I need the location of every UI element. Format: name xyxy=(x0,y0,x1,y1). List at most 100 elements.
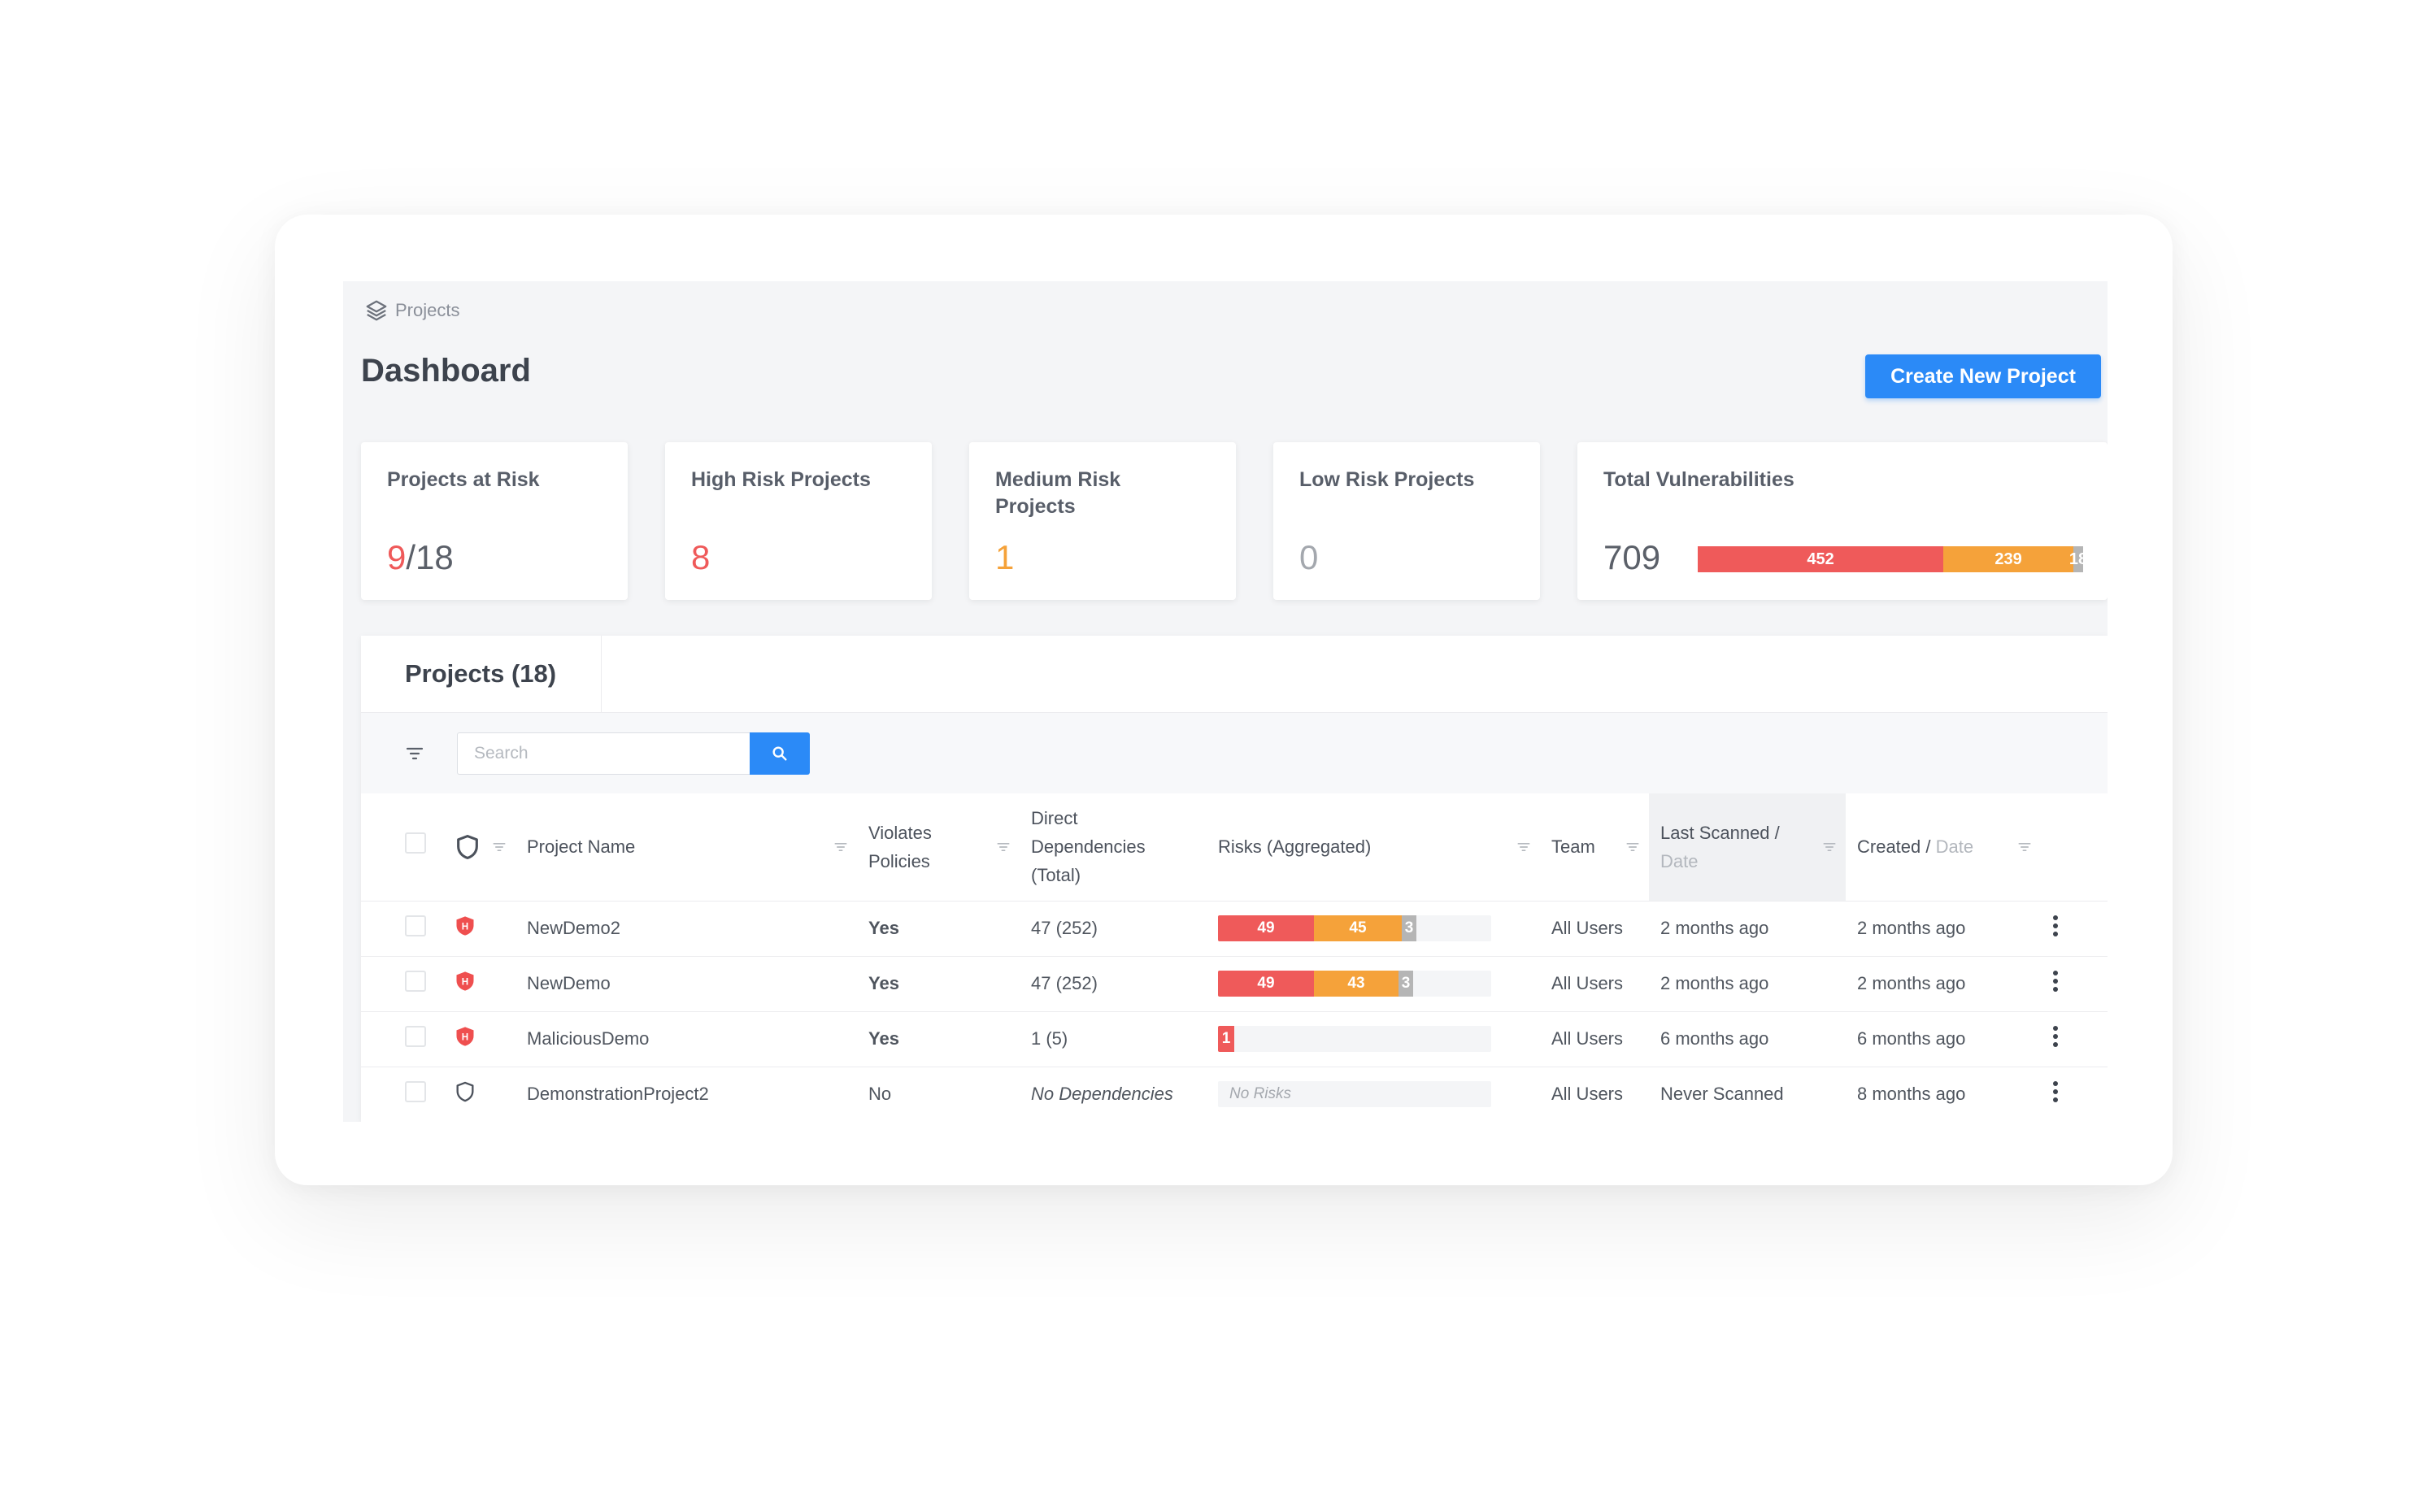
risk-high-segment: 49 xyxy=(1218,915,1314,941)
sort-icon[interactable] xyxy=(995,839,1011,855)
violates-policies-value: Yes xyxy=(857,956,1020,1012)
violates-policies-value: No xyxy=(868,1084,892,1105)
row-actions-cell xyxy=(2041,1011,2108,1067)
project-name[interactable]: DemonstrationProject2 xyxy=(515,1067,857,1122)
row-select-cell xyxy=(361,1011,442,1067)
create-new-project-button[interactable]: Create New Project xyxy=(1865,354,2101,398)
risk-bar: 49 45 3 xyxy=(1218,915,1491,941)
card-label: Medium Risk Projects xyxy=(995,468,1121,518)
table-row[interactable]: H NewDemo Yes 47 (252) 49 43 3 All Users… xyxy=(361,956,2108,1012)
card-value: 8 xyxy=(691,538,711,576)
card-label: Low Risk Projects xyxy=(1299,468,1475,491)
sort-icon[interactable] xyxy=(1625,839,1641,855)
card-value: 709 xyxy=(1603,538,1661,576)
dependencies-value: No Dependencies xyxy=(1031,1084,1173,1105)
risks-cell: No Risks xyxy=(1207,1067,1540,1122)
high-risk-shield-icon: H xyxy=(456,916,474,936)
created-value: 2 months ago xyxy=(1846,956,2041,1012)
card-value: 1 xyxy=(995,538,1015,576)
more-options-icon[interactable] xyxy=(2052,1080,2059,1104)
header-last-scanned[interactable]: Last Scanned / Date xyxy=(1649,793,1846,902)
header-label: Risks (Aggregated) xyxy=(1218,836,1372,858)
sort-icon[interactable] xyxy=(833,839,849,855)
total-count: /18 xyxy=(406,538,454,576)
row-select-cell xyxy=(361,956,442,1012)
row-actions-cell xyxy=(2041,956,2108,1012)
header-created[interactable]: Created / Date xyxy=(1846,793,2041,902)
sort-icon[interactable] xyxy=(491,839,507,855)
project-name[interactable]: MaliciousDemo xyxy=(515,1011,857,1067)
sort-icon[interactable] xyxy=(2016,839,2033,855)
more-options-icon[interactable] xyxy=(2052,914,2059,938)
project-name[interactable]: NewDemo xyxy=(515,956,857,1012)
sort-icon[interactable] xyxy=(1821,839,1838,855)
card-value: 9/18 xyxy=(387,538,454,577)
breadcrumb[interactable]: Projects xyxy=(364,291,459,330)
page-title: Dashboard xyxy=(361,353,531,389)
header-label: Direct Dependencies (Total) xyxy=(1031,808,1146,885)
last-scanned-value: Never Scanned xyxy=(1660,1084,1784,1105)
row-shield-cell xyxy=(442,1067,515,1122)
header-label-line: (Total) xyxy=(1031,865,1081,886)
search-icon xyxy=(772,746,787,761)
more-options-icon[interactable] xyxy=(2052,1024,2059,1049)
header-sub-label: Date xyxy=(1660,850,1699,871)
more-options-icon[interactable] xyxy=(2052,969,2059,993)
filter-icon[interactable] xyxy=(405,744,424,763)
dependencies-value: 47 (252) xyxy=(1020,956,1207,1012)
created-value: 8 months ago xyxy=(1857,1084,1966,1105)
header-label-line: Dependencies xyxy=(1031,836,1146,858)
risk-bar-empty: No Risks xyxy=(1218,1081,1491,1108)
row-checkbox[interactable] xyxy=(405,1026,426,1047)
row-actions-cell xyxy=(2041,1067,2108,1122)
table-row[interactable]: H NewDemo2 Yes 47 (252) 49 45 3 All User… xyxy=(361,901,2108,957)
risk-medium-segment: 43 xyxy=(1314,971,1399,997)
risk-high-segment: 1 xyxy=(1218,1026,1234,1052)
header-label-line: Policies xyxy=(868,850,930,871)
table-row[interactable]: H MaliciousDemo Yes 1 (5) 1 All Users 6 … xyxy=(361,1011,2108,1067)
search-button[interactable] xyxy=(750,732,810,775)
card-total-vulnerabilities: Total Vulnerabilities 709 452 239 18 xyxy=(1577,442,2108,600)
table-row[interactable]: DemonstrationProject2 No No Dependencies… xyxy=(361,1067,2108,1122)
risks-cell: 49 45 3 xyxy=(1207,901,1540,957)
row-checkbox[interactable] xyxy=(405,971,426,992)
created-value: 6 months ago xyxy=(1846,1011,2041,1067)
risk-bar: 1 xyxy=(1218,1026,1491,1052)
last-scanned-value: 2 months ago xyxy=(1649,956,1846,1012)
header-risks-aggregated[interactable]: Risks (Aggregated) xyxy=(1207,793,1540,902)
header-violates-policies[interactable]: Violates Policies xyxy=(857,793,1020,902)
dependencies-value: 47 (252) xyxy=(1020,901,1207,957)
vuln-medium-segment: 239 xyxy=(1943,546,2073,572)
card-medium-risk: Medium Risk Projects 1 xyxy=(969,442,1236,600)
header-label: Project Name xyxy=(527,836,636,858)
breadcrumb-label[interactable]: Projects xyxy=(395,300,459,321)
row-checkbox[interactable] xyxy=(405,915,426,936)
card-label: Total Vulnerabilities xyxy=(1603,468,1794,491)
risk-low-segment: 3 xyxy=(1402,915,1416,941)
app-container: Projects Dashboard Create New Project Pr… xyxy=(343,281,2108,1122)
header-project-name[interactable]: Project Name xyxy=(515,793,857,902)
header-sub-label: Date xyxy=(1935,836,1974,858)
card-high-risk: High Risk Projects 8 xyxy=(665,442,932,600)
card-value: 0 xyxy=(1299,538,1319,576)
risks-cell: 49 43 3 xyxy=(1207,956,1540,1012)
sort-icon[interactable] xyxy=(1516,839,1532,855)
project-name[interactable]: NewDemo2 xyxy=(515,901,857,957)
row-actions-cell xyxy=(2041,901,2108,957)
card-low-risk: Low Risk Projects 0 xyxy=(1273,442,1540,600)
table-header-row: Project Name Violates Policies Direct Depe… xyxy=(361,793,2108,902)
shield-icon xyxy=(457,834,478,859)
tab-projects[interactable]: Projects (18) xyxy=(361,636,602,712)
row-select-cell xyxy=(361,901,442,957)
header-direct-dependencies[interactable]: Direct Dependencies (Total) xyxy=(1020,793,1207,902)
projects-table: Project Name Violates Policies Direct Depe… xyxy=(361,793,2108,1122)
select-all-checkbox[interactable] xyxy=(405,832,426,854)
svg-text:H: H xyxy=(462,977,468,988)
violates-policies-value: Yes xyxy=(857,1011,1020,1067)
created-value: 2 months ago xyxy=(1846,901,2041,957)
risk-medium-segment: 45 xyxy=(1314,915,1402,941)
search-input[interactable] xyxy=(457,732,750,775)
layers-icon xyxy=(366,300,387,321)
row-checkbox[interactable] xyxy=(405,1081,426,1103)
header-team[interactable]: Team xyxy=(1540,793,1649,902)
